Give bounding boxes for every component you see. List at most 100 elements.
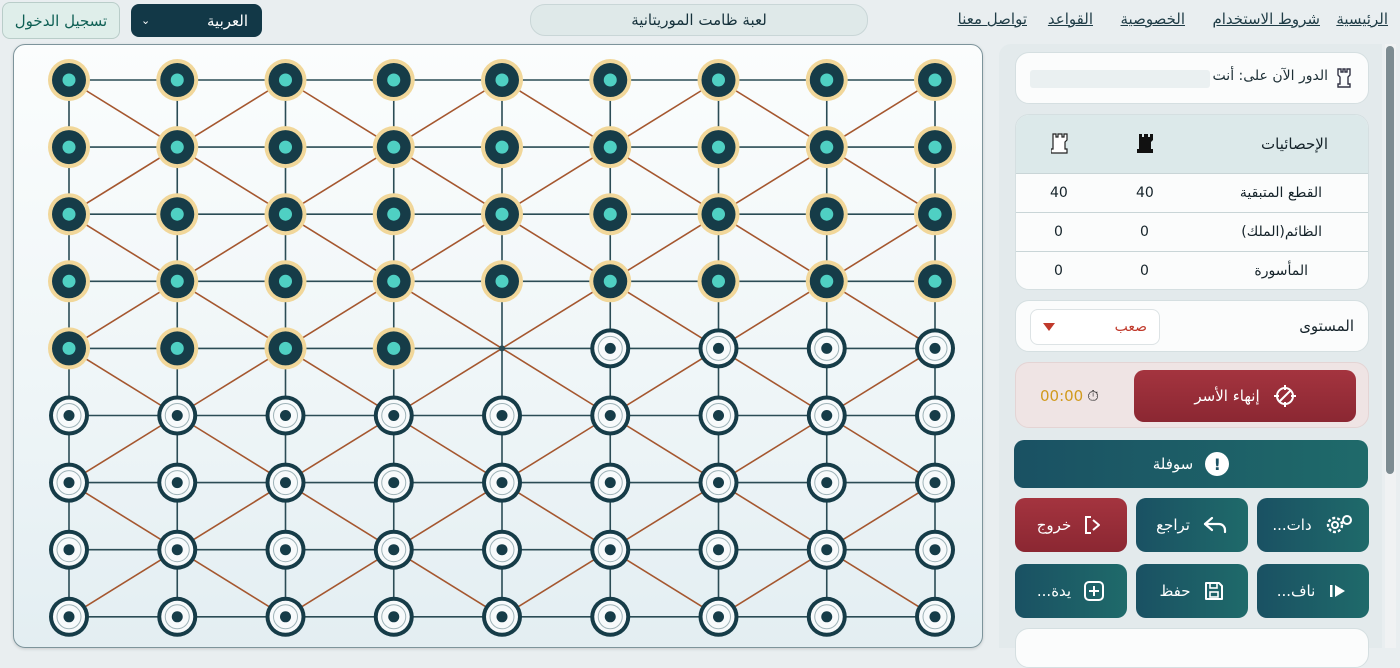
light-piece[interactable] (698, 328, 739, 369)
light-piece[interactable] (49, 395, 89, 436)
dark-piece[interactable] (48, 59, 90, 101)
dark-piece[interactable] (156, 59, 199, 101)
dark-piece[interactable] (264, 327, 307, 370)
dark-piece[interactable] (48, 126, 90, 169)
light-piece[interactable] (157, 596, 198, 637)
settings-button[interactable]: ...دات (1257, 498, 1369, 552)
new-game-button[interactable]: ...يدة (1015, 564, 1127, 618)
dark-piece[interactable] (156, 126, 199, 169)
nav-contact-link[interactable]: تواصل معنا (958, 10, 1027, 28)
dark-piece[interactable] (48, 260, 90, 303)
nav-terms-link[interactable]: شروط الاستخدام (1212, 10, 1320, 28)
dark-piece[interactable] (156, 260, 199, 303)
dark-piece[interactable] (264, 260, 307, 303)
dark-piece[interactable] (589, 260, 632, 303)
light-piece[interactable] (49, 529, 89, 570)
dark-piece[interactable] (264, 126, 307, 169)
nav-home-link[interactable]: الرئيسية (1336, 10, 1388, 28)
dark-piece[interactable] (372, 327, 415, 370)
light-piece[interactable] (590, 596, 631, 637)
dark-piece[interactable] (264, 193, 307, 236)
exit-button[interactable]: خروج (1015, 498, 1127, 552)
light-piece[interactable] (806, 596, 847, 637)
dark-piece[interactable] (697, 126, 740, 169)
light-piece[interactable] (806, 529, 847, 570)
dark-piece[interactable] (481, 193, 523, 236)
dark-piece[interactable] (805, 260, 848, 303)
resume-button[interactable]: ...ناف (1257, 564, 1369, 618)
dark-piece[interactable] (697, 193, 740, 236)
light-piece[interactable] (915, 529, 955, 570)
dark-piece[interactable] (156, 193, 199, 236)
light-piece[interactable] (157, 529, 198, 570)
light-piece[interactable] (373, 596, 414, 637)
sofla-button[interactable]: سوفلة ! (1014, 440, 1368, 488)
light-piece[interactable] (915, 328, 955, 369)
light-piece[interactable] (157, 462, 198, 503)
dark-piece[interactable] (264, 59, 307, 101)
light-piece[interactable] (915, 395, 955, 436)
scrollbar[interactable] (1385, 44, 1396, 648)
language-select[interactable]: ⌄ العربية (131, 4, 262, 37)
dark-piece[interactable] (805, 59, 848, 101)
dark-piece[interactable] (372, 59, 415, 101)
nav-privacy-link[interactable]: الخصوصية (1121, 10, 1185, 28)
dark-piece[interactable] (481, 260, 523, 303)
end-capture-button[interactable]: إنهاء الأسر (1134, 370, 1356, 422)
light-piece[interactable] (482, 395, 522, 436)
dark-piece[interactable] (481, 126, 523, 169)
light-piece[interactable] (482, 529, 522, 570)
dark-piece[interactable] (372, 126, 415, 169)
light-piece[interactable] (265, 596, 306, 637)
light-piece[interactable] (806, 395, 847, 436)
light-piece[interactable] (157, 395, 198, 436)
light-piece[interactable] (806, 328, 847, 369)
light-piece[interactable] (49, 462, 89, 503)
dark-piece[interactable] (48, 327, 90, 370)
light-piece[interactable] (590, 328, 631, 369)
dark-piece[interactable] (805, 193, 848, 236)
undo-button[interactable]: تراجع (1136, 498, 1248, 552)
dark-piece[interactable] (481, 59, 523, 101)
light-piece[interactable] (49, 596, 89, 637)
light-piece[interactable] (265, 395, 306, 436)
dark-piece[interactable] (589, 59, 632, 101)
dark-piece[interactable] (914, 126, 956, 169)
light-piece[interactable] (915, 596, 955, 637)
light-piece[interactable] (698, 395, 739, 436)
dark-piece[interactable] (914, 59, 956, 101)
light-piece[interactable] (373, 529, 414, 570)
light-piece[interactable] (590, 395, 631, 436)
dark-piece[interactable] (156, 327, 199, 370)
light-piece[interactable] (373, 395, 414, 436)
dark-piece[interactable] (697, 59, 740, 101)
light-piece[interactable] (265, 462, 306, 503)
game-board[interactable] (13, 44, 983, 648)
scrollbar-thumb[interactable] (1386, 46, 1394, 474)
dark-piece[interactable] (372, 260, 415, 303)
dark-piece[interactable] (372, 193, 415, 236)
light-piece[interactable] (482, 596, 522, 637)
light-piece[interactable] (590, 462, 631, 503)
dark-piece[interactable] (48, 193, 90, 236)
dark-piece[interactable] (589, 126, 632, 169)
level-select[interactable]: صعب (1030, 309, 1160, 345)
light-piece[interactable] (806, 462, 847, 503)
login-button[interactable]: تسجيل الدخول (2, 2, 120, 39)
light-piece[interactable] (590, 529, 631, 570)
light-piece[interactable] (698, 596, 739, 637)
save-button[interactable]: حفظ (1136, 564, 1248, 618)
light-piece[interactable] (698, 529, 739, 570)
light-piece[interactable] (698, 462, 739, 503)
nav-rules-link[interactable]: القواعد (1048, 10, 1093, 28)
light-piece[interactable] (373, 462, 414, 503)
empty-point[interactable] (499, 345, 505, 352)
dark-piece[interactable] (589, 193, 632, 236)
light-piece[interactable] (265, 529, 306, 570)
dark-piece[interactable] (914, 260, 956, 303)
dark-piece[interactable] (805, 126, 848, 169)
light-piece[interactable] (915, 462, 955, 503)
dark-piece[interactable] (697, 260, 740, 303)
dark-piece[interactable] (914, 193, 956, 236)
light-piece[interactable] (482, 462, 522, 503)
